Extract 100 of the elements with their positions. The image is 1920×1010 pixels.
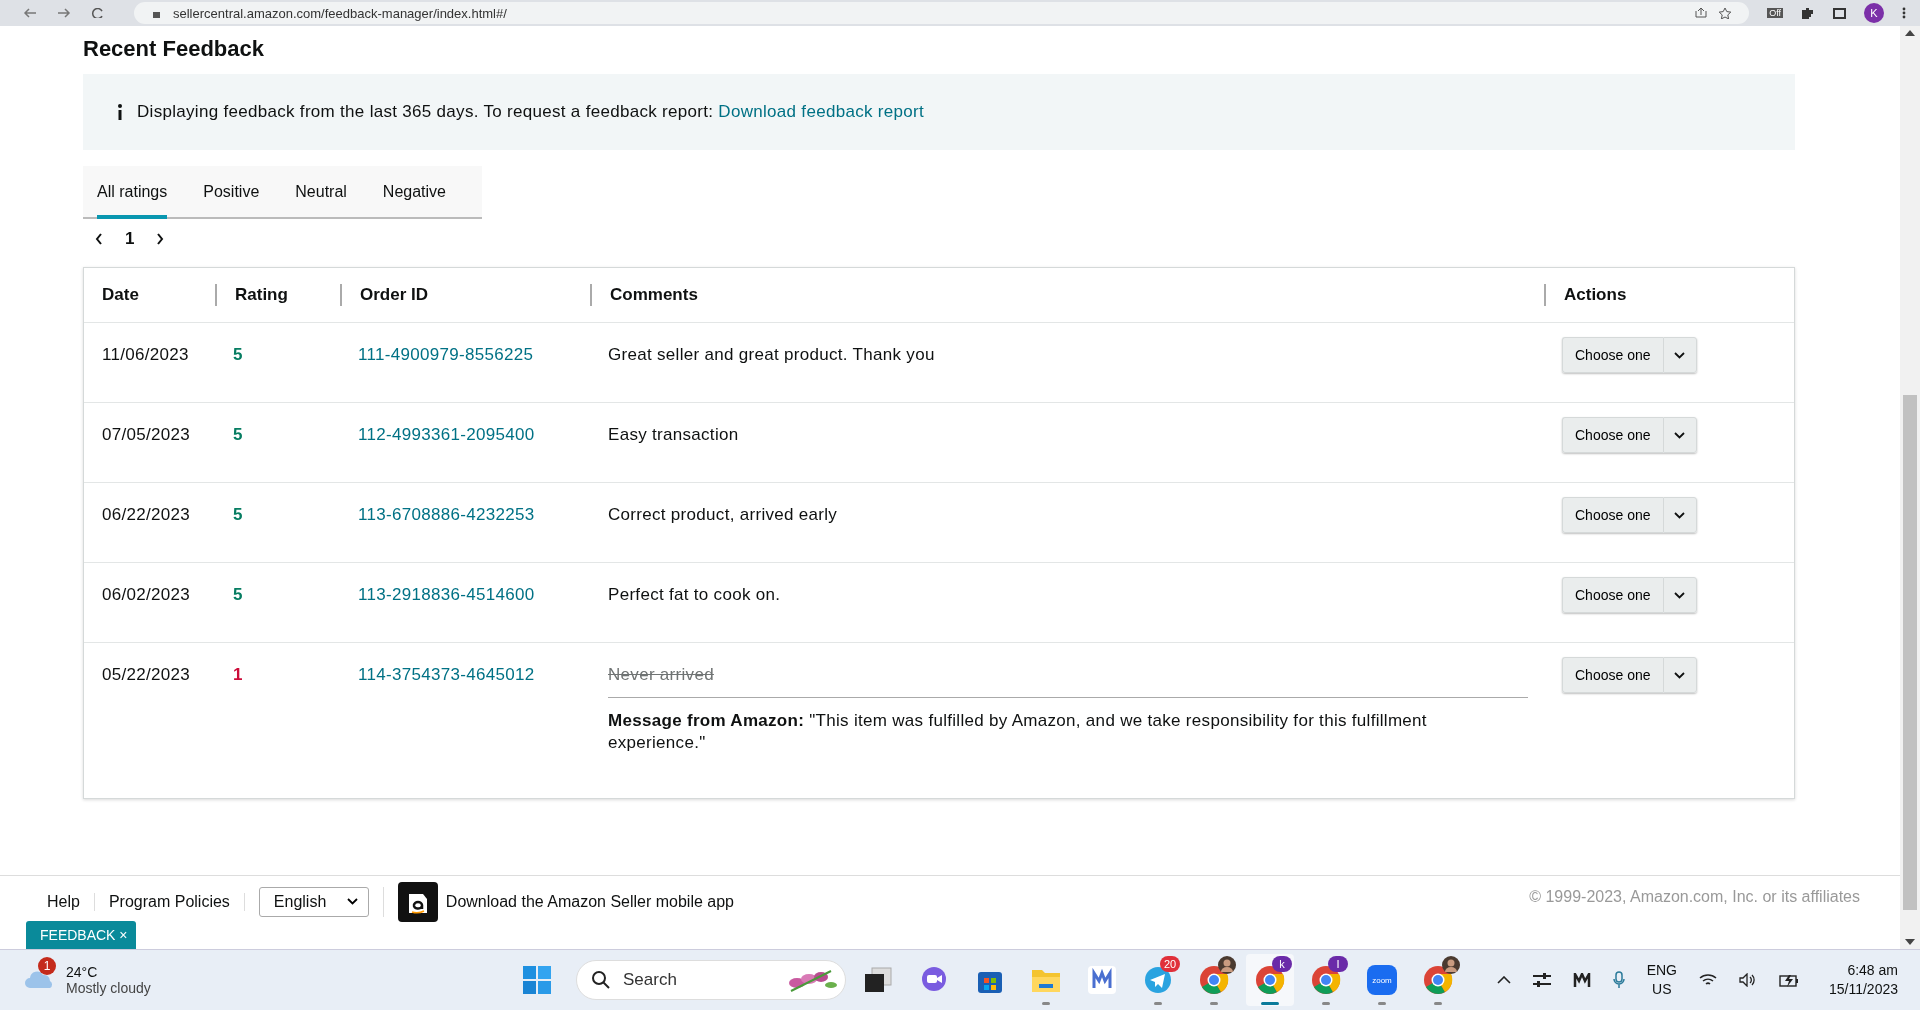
notification-badge: 1: [38, 957, 56, 975]
order-id-link[interactable]: 111-4900979-8556225: [358, 345, 534, 364]
scrollbar[interactable]: [1900, 26, 1920, 949]
info-text: Displaying feedback from the last 365 days. To request a feedback report: Download feedback report: [137, 102, 924, 122]
action-dropdown[interactable]: Choose one: [1562, 657, 1663, 693]
dropdown-toggle[interactable]: [1662, 657, 1697, 693]
info-icon: [117, 104, 123, 120]
column-header: Date: [102, 285, 139, 305]
column-header: Actions: [1564, 285, 1627, 305]
language-indicator[interactable]: ENG: [1646, 961, 1677, 980]
action-dropdown[interactable]: Choose one: [1562, 417, 1663, 453]
comment-text: Never arrived: [608, 665, 714, 684]
browser-icon[interactable]: [1199, 965, 1229, 995]
battery-icon[interactable]: [1778, 973, 1799, 987]
comment-text: Perfect fat to cook on.: [608, 585, 781, 604]
caret-icon: [1674, 591, 1685, 599]
dropdown-toggle[interactable]: [1662, 417, 1697, 453]
caret-icon: [1674, 351, 1685, 359]
copyright-text: © 1999-2023, Amazon.com, Inc. or its affiliates: [1529, 887, 1860, 906]
caret-icon: [1674, 671, 1685, 679]
order-id-link[interactable]: 113-6708886-4232253: [358, 505, 535, 524]
task-view-icon[interactable]: [864, 967, 892, 993]
caret-icon: [1674, 511, 1685, 519]
order-id-link[interactable]: 113-2918836-4514600: [358, 585, 535, 604]
clock-time[interactable]: 6:48 am: [1847, 961, 1898, 980]
scroll-up-icon[interactable]: [1905, 30, 1915, 36]
column-header: Order ID: [360, 285, 429, 305]
clock-date[interactable]: 15/11/2023: [1828, 980, 1898, 999]
windows-start-icon[interactable]: [522, 965, 552, 995]
folder-icon[interactable]: [1031, 967, 1061, 993]
menu-icon[interactable]: [1902, 7, 1906, 19]
close-icon[interactable]: ×: [119, 927, 128, 943]
rating-value: 5: [233, 505, 243, 524]
share-icon[interactable]: [1695, 8, 1708, 18]
paper-plane-icon[interactable]: [1144, 966, 1172, 994]
caret-icon: [1674, 431, 1685, 439]
download-report-link[interactable]: Download feedback report: [718, 102, 924, 121]
action-dropdown[interactable]: Choose one: [1562, 337, 1663, 373]
microphone-icon[interactable]: [1612, 971, 1625, 989]
back-icon[interactable]: [22, 8, 38, 18]
comment-text: Easy transaction: [608, 425, 739, 444]
rating-value: 5: [233, 585, 243, 604]
rating-tab[interactable]: All ratings: [97, 166, 168, 219]
wifi-icon[interactable]: [1698, 973, 1717, 987]
rating-value: 5: [233, 345, 243, 364]
video-call-icon[interactable]: [920, 966, 948, 994]
dropdown-toggle[interactable]: [1662, 497, 1697, 533]
region-indicator[interactable]: US: [1652, 980, 1672, 999]
browser-icon[interactable]: [1311, 965, 1341, 995]
profile-avatar[interactable]: K: [1864, 3, 1884, 23]
scroll-down-icon[interactable]: [1905, 939, 1915, 945]
extension-badge[interactable]: Off: [1767, 8, 1783, 18]
footer-link[interactable]: Help: [47, 892, 95, 911]
rating-tab[interactable]: Positive: [203, 166, 260, 219]
date-cell: 06/02/2023: [102, 585, 191, 604]
rating-value: 5: [233, 425, 243, 444]
app-badge: 20: [1160, 956, 1180, 972]
language-select[interactable]: English: [258, 886, 369, 917]
previous-page-icon[interactable]: [95, 233, 103, 245]
browser-icon[interactable]: [1423, 965, 1453, 995]
zoom-app-icon[interactable]: zoom: [1367, 965, 1397, 995]
app-badge: k: [1272, 956, 1292, 972]
column-header: Comments: [610, 285, 698, 305]
seller-app-icon[interactable]: [397, 881, 438, 922]
action-dropdown[interactable]: Choose one: [1562, 497, 1663, 533]
address-bar[interactable]: sellercentral.amazon.com/feedback-manager/index.html#/: [134, 2, 1750, 24]
temperature-text: 24°C: [66, 964, 99, 980]
rating-tab[interactable]: Neutral: [295, 166, 347, 219]
star-icon[interactable]: [1719, 7, 1732, 19]
comment-text: Correct product, arrived early: [608, 505, 838, 524]
rating-tab[interactable]: Negative: [382, 166, 446, 219]
footer-link[interactable]: Program Policies: [108, 892, 245, 911]
weather-condition: Mostly cloudy: [66, 980, 151, 996]
order-id-link[interactable]: 114-3754373-4645012: [358, 665, 535, 684]
feedback-tab[interactable]: FEEDBACK ×: [26, 921, 136, 949]
page-number[interactable]: 1: [125, 229, 135, 249]
dropdown-toggle[interactable]: [1662, 577, 1697, 613]
caret-icon: [346, 898, 358, 905]
mobile-app-link[interactable]: Download the Amazon Seller mobile app: [445, 892, 748, 911]
action-dropdown[interactable]: Choose one: [1562, 577, 1663, 613]
reload-icon[interactable]: [90, 8, 104, 18]
puzzle-icon[interactable]: [1801, 7, 1815, 19]
chevron-up-icon[interactable]: [1496, 976, 1511, 984]
m-logo-icon[interactable]: [1572, 973, 1591, 987]
date-cell: 05/22/2023: [102, 665, 191, 684]
scrollbar-thumb[interactable]: [1903, 395, 1917, 910]
dropdown-toggle[interactable]: [1662, 337, 1697, 373]
sliders-icon[interactable]: [1532, 973, 1551, 987]
volume-icon[interactable]: [1738, 973, 1757, 987]
amazon-message: Message from Amazon: "This item was fulfilled by Amazon, and we take responsibility for this fulfillment experience.": [608, 697, 1528, 754]
column-header: Rating: [235, 285, 288, 305]
taskbar-search[interactable]: Search: [576, 960, 846, 1000]
next-page-icon[interactable]: [156, 233, 165, 245]
date-cell: 11/06/2023: [102, 345, 189, 364]
window-icon[interactable]: [1833, 7, 1846, 19]
order-id-link[interactable]: 112-4993361-2095400: [358, 425, 535, 444]
app-badge: I: [1328, 956, 1348, 972]
search-icon: [591, 970, 611, 990]
comment-text: Great seller and great product. Thank you: [608, 345, 935, 364]
forward-icon[interactable]: [56, 8, 72, 18]
